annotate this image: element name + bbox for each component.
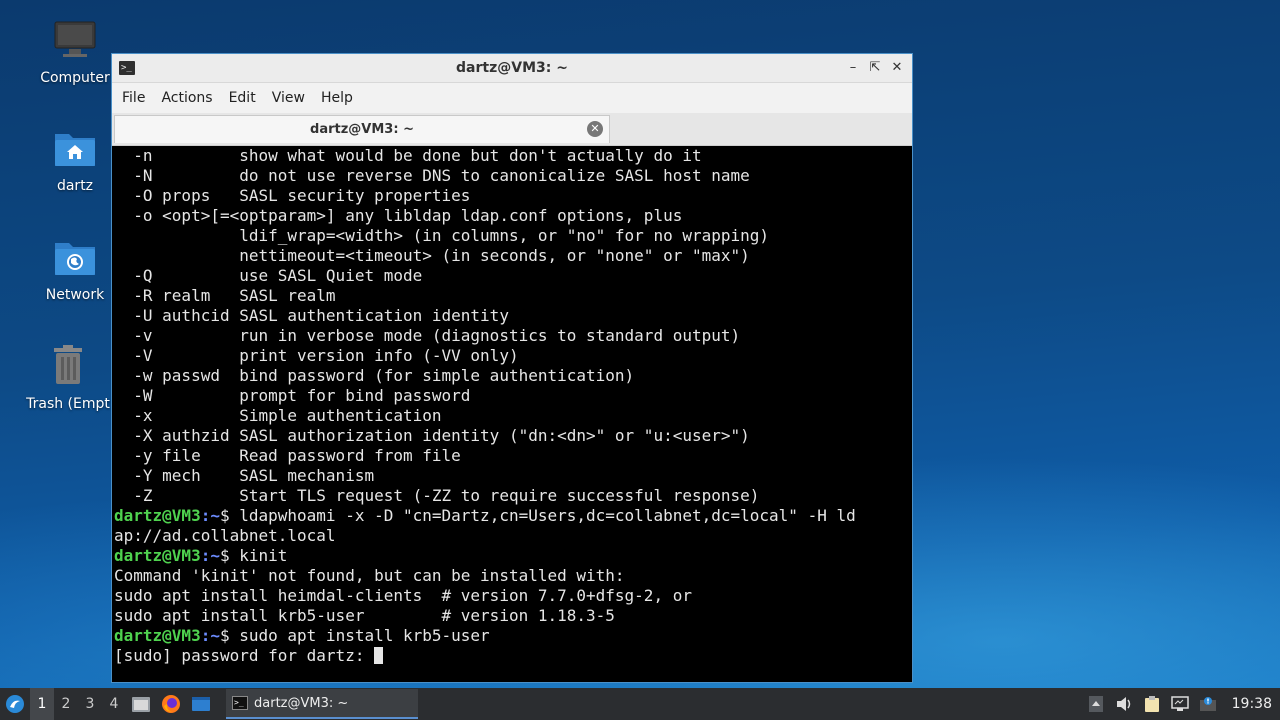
lubuntu-logo-icon: [6, 695, 24, 713]
tray-up-arrow-icon[interactable]: [1086, 694, 1106, 714]
computer-icon: [29, 20, 121, 64]
prompt-user: dartz@VM3: [114, 626, 201, 645]
help-line: -Y mech SASL mechanism: [114, 466, 375, 485]
workspace-3[interactable]: 3: [78, 696, 102, 712]
close-icon[interactable]: ✕: [888, 59, 906, 77]
show-desktop-icon: [192, 697, 210, 711]
clock[interactable]: 19:38: [1232, 696, 1272, 712]
menu-view[interactable]: View: [266, 86, 311, 110]
start-menu-button[interactable]: [0, 688, 30, 720]
text-cursor: [374, 647, 384, 664]
window-title: dartz@VM3: ~: [456, 60, 568, 76]
help-line: ldif_wrap=<width> (in columns, or "no" f…: [114, 226, 770, 245]
desktop-icon-label: Trash (Empt: [26, 396, 110, 412]
desktop-icon-computer[interactable]: Computer: [29, 20, 121, 86]
terminal-icon: >_: [119, 61, 135, 75]
desktop-icon-label: dartz: [56, 178, 94, 194]
help-line: -Z Start TLS request (-ZZ to require suc…: [114, 486, 760, 505]
desktop-icon-label: Computer: [40, 70, 110, 86]
menu-file[interactable]: File: [116, 86, 151, 110]
workspace-1[interactable]: 1: [30, 688, 54, 720]
maximize-icon[interactable]: ⇱: [866, 59, 884, 77]
volume-icon[interactable]: [1114, 694, 1134, 714]
help-line: -o <opt>[=<optparam>] any libldap ldap.c…: [114, 206, 683, 225]
help-line: -X authzid SASL authorization identity (…: [114, 426, 750, 445]
menu-edit[interactable]: Edit: [223, 86, 262, 110]
desktop-icon-label: Network: [45, 287, 105, 303]
help-line: -R realm SASL realm: [114, 286, 336, 305]
output-line: Command 'kinit' not found, but can be in…: [114, 566, 625, 585]
help-line: -U authcid SASL authentication identity: [114, 306, 509, 325]
menu-actions[interactable]: Actions: [155, 86, 218, 110]
sudo-password-prompt: [sudo] password for dartz:: [114, 646, 375, 665]
menu-help[interactable]: Help: [315, 86, 359, 110]
firefox-icon: [162, 695, 180, 713]
file-manager-icon: [132, 697, 150, 712]
window-titlebar[interactable]: >_ dartz@VM3: ~ – ⇱ ✕: [112, 54, 912, 83]
prompt-user: dartz@VM3: [114, 506, 201, 525]
trash-icon: [22, 344, 114, 390]
help-line: -O props SASL security properties: [114, 186, 471, 205]
file-manager-launcher[interactable]: [130, 693, 152, 715]
tab-label: dartz@VM3: ~: [310, 122, 414, 137]
workspace-2[interactable]: 2: [54, 696, 78, 712]
desktop-icon-network[interactable]: Network: [29, 237, 121, 303]
network-monitor-icon[interactable]: [1170, 694, 1190, 714]
terminal-text: -n show what would be done but don't act…: [114, 146, 910, 666]
firefox-launcher[interactable]: [160, 693, 182, 715]
workspace-4[interactable]: 4: [102, 696, 126, 712]
command-apt-install: dartz@VM3:~$ sudo apt install krb5-user: [114, 626, 490, 645]
system-tray: 19:38: [1086, 694, 1280, 714]
task-label: dartz@VM3: ~: [254, 695, 349, 711]
prompt-path: :~: [200, 626, 220, 645]
prompt-path: :~: [200, 546, 220, 565]
terminal-icon: >_: [232, 696, 248, 710]
command-wrap-line: ap://ad.collabnet.local: [114, 526, 336, 545]
menubar: File Actions Edit View Help: [112, 83, 912, 113]
help-line: -N do not use reverse DNS to canonicaliz…: [114, 166, 750, 185]
desktop-icon-trash[interactable]: Trash (Empt: [22, 344, 114, 412]
home-folder-icon: [29, 128, 121, 172]
help-line: -n show what would be done but don't act…: [114, 146, 702, 165]
help-line: -Q use SASL Quiet mode: [114, 266, 423, 285]
help-line: -v run in verbose mode (diagnostics to s…: [114, 326, 741, 345]
help-line: -w passwd bind password (for simple auth…: [114, 366, 635, 385]
help-line: -V print version info (-VV only): [114, 346, 519, 365]
desktop-launcher[interactable]: [190, 693, 212, 715]
network-folder-icon: [29, 237, 121, 281]
command-kinit: dartz@VM3:~$ kinit: [114, 546, 288, 565]
prompt-user: dartz@VM3: [114, 546, 201, 565]
help-line: nettimeout=<timeout> (in seconds, or "no…: [114, 246, 750, 265]
tab-bar: dartz@VM3: ~ ✕: [112, 113, 912, 146]
help-line: -W prompt for bind password: [114, 386, 471, 405]
terminal-tab[interactable]: dartz@VM3: ~ ✕: [114, 115, 610, 143]
close-tab-icon[interactable]: ✕: [587, 121, 603, 137]
help-line: -y file Read password from file: [114, 446, 461, 465]
terminal-window: >_ dartz@VM3: ~ – ⇱ ✕ File Actions Edit …: [111, 53, 913, 683]
help-line: -x Simple authentication: [114, 406, 442, 425]
output-line: sudo apt install krb5-user # version 1.1…: [114, 606, 615, 625]
command-ldapwhoami: dartz@VM3:~$ ldapwhoami -x -D "cn=Dartz,…: [114, 506, 856, 525]
taskbar: 1 2 3 4 >_ dartz@VM3: ~ 19:38: [0, 688, 1280, 720]
window-controls: – ⇱ ✕: [844, 59, 912, 77]
terminal-output[interactable]: -n show what would be done but don't act…: [114, 146, 910, 680]
taskbar-terminal-task[interactable]: >_ dartz@VM3: ~: [226, 689, 418, 719]
desktop-icon-home[interactable]: dartz: [29, 128, 121, 194]
update-notifier-icon[interactable]: [1198, 694, 1218, 714]
minimize-icon[interactable]: –: [844, 59, 862, 77]
output-line: sudo apt install heimdal-clients # versi…: [114, 586, 692, 605]
clipboard-icon[interactable]: [1142, 694, 1162, 714]
prompt-path: :~: [200, 506, 220, 525]
